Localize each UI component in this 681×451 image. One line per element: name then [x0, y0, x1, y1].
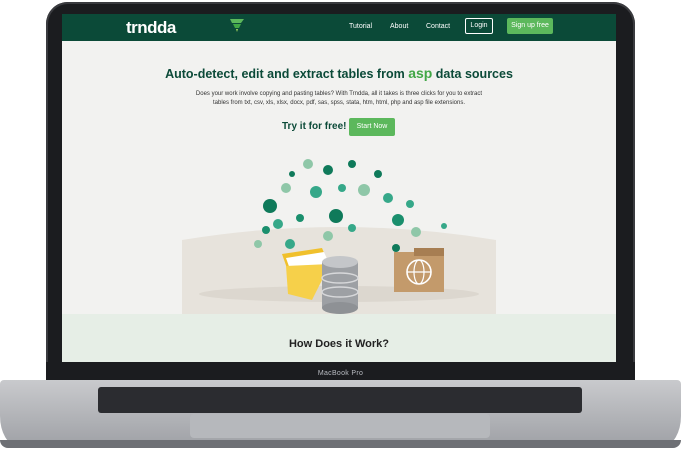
start-now-button[interactable]: Start Now	[349, 118, 395, 136]
database-icon	[321, 256, 359, 314]
keyboard	[98, 387, 582, 413]
device-label: MacBook Pro	[317, 370, 364, 377]
how-it-works-title: How Does it Work?	[288, 338, 390, 350]
web-source-icon	[394, 248, 444, 292]
hero-description: Does your work involve copying and pasti…	[195, 91, 483, 106]
trackpad	[190, 414, 490, 438]
logo-mark-icon	[230, 19, 244, 32]
data-sources-illustration	[182, 159, 496, 316]
logo[interactable]: trndda	[126, 18, 176, 38]
how-it-works-section: How Does it Work?	[62, 314, 616, 362]
nav-link-tutorial[interactable]: Tutorial	[349, 23, 372, 30]
hero-title-pre: Auto-detect, edit and extract tables fro…	[165, 67, 405, 81]
nav-link-contact[interactable]: Contact	[426, 23, 450, 30]
browser-viewport: trndda Tutorial About Contact Login Sign…	[62, 14, 616, 362]
top-navbar: trndda Tutorial About Contact Login Sign…	[62, 14, 616, 41]
login-button[interactable]: Login	[465, 18, 493, 34]
nav-link-about[interactable]: About	[390, 23, 408, 30]
hero-title-highlight: asp	[408, 65, 433, 81]
hero-title: Auto-detect, edit and extract tables fro…	[62, 65, 616, 81]
try-free-text: Try it for free!	[282, 121, 347, 132]
laptop-frame: trndda Tutorial About Contact Login Sign…	[0, 0, 681, 451]
laptop-base-edge	[0, 440, 681, 448]
signup-button[interactable]: Sign up free	[507, 18, 553, 34]
hero-title-post: data sources	[435, 67, 513, 81]
